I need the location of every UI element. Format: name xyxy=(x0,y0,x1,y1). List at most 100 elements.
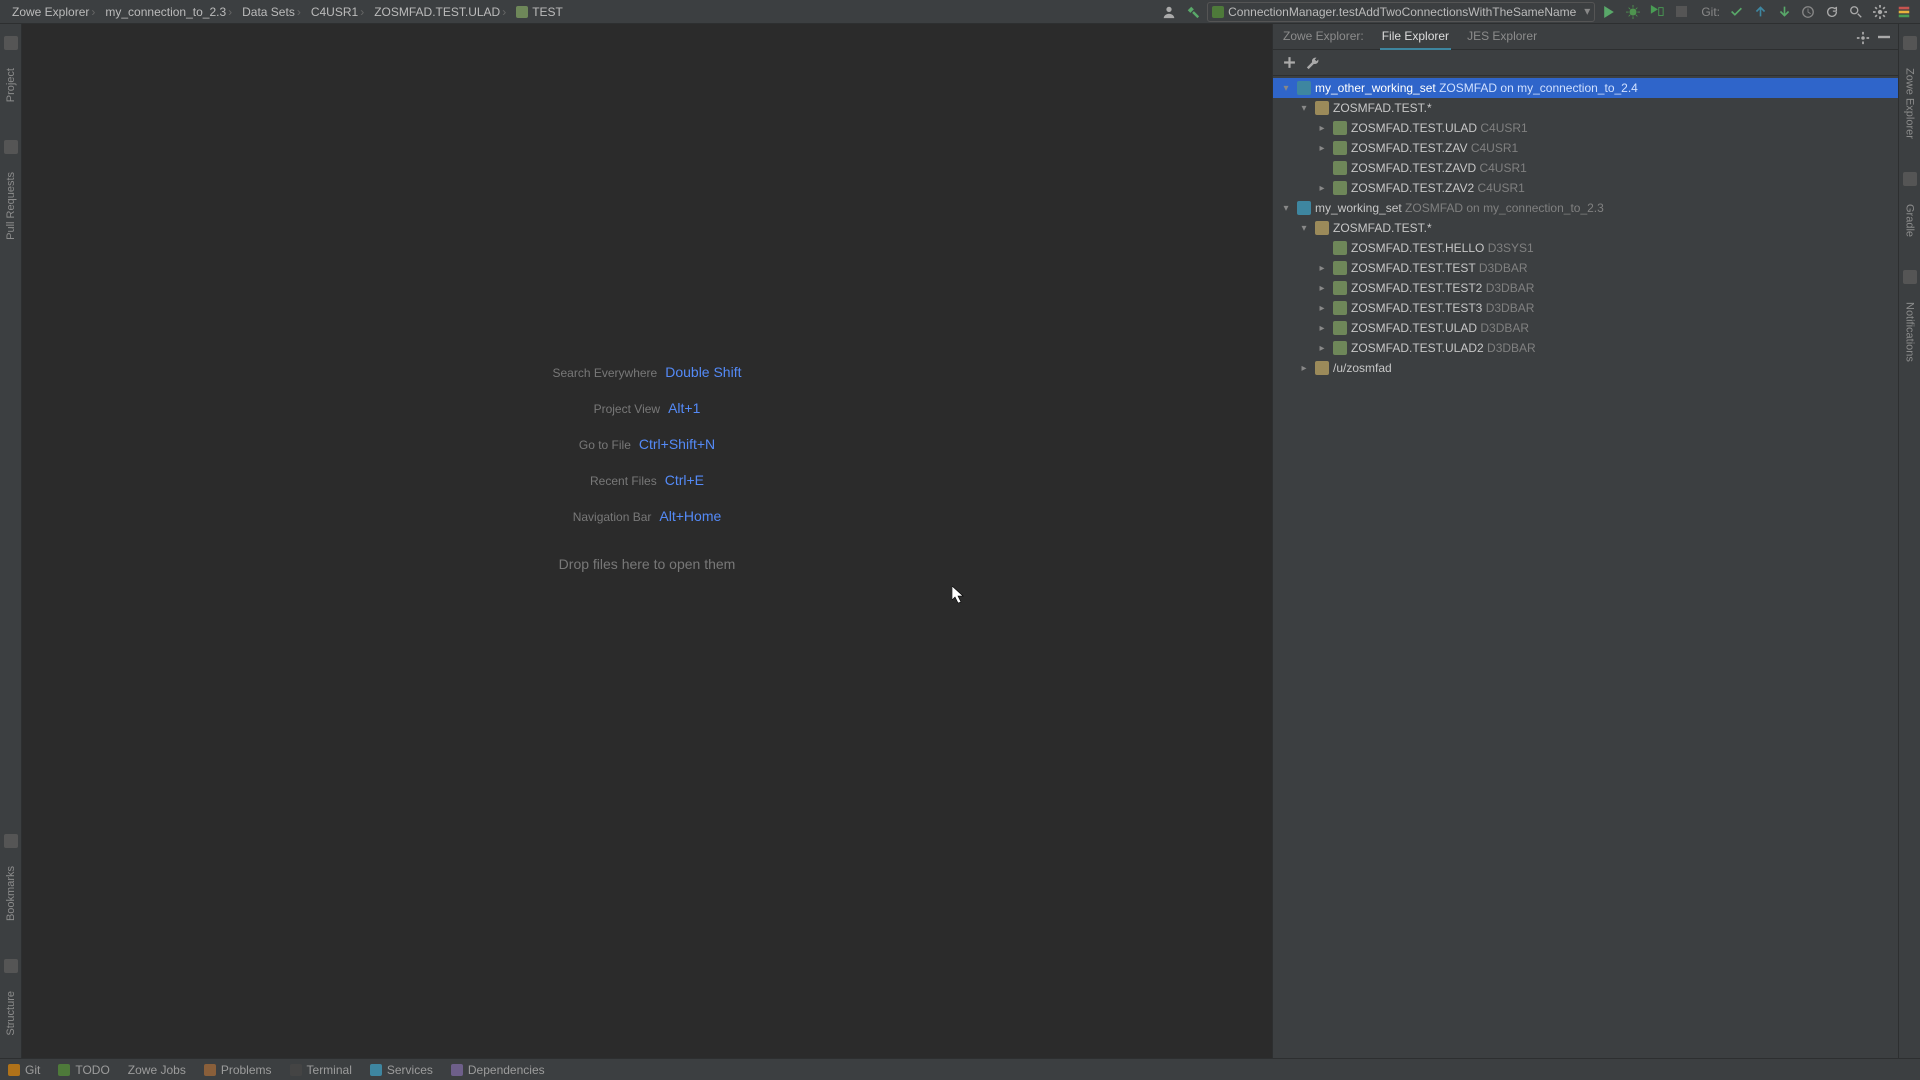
tree-dataset[interactable]: ZOSMFAD.TEST.ZAV C4USR1 xyxy=(1273,138,1898,158)
git-commit-icon[interactable] xyxy=(1726,2,1746,22)
stop-icon[interactable] xyxy=(1671,2,1691,22)
breadcrumb-dataset[interactable]: ZOSMFAD.TEST.ULAD xyxy=(370,5,512,19)
tree-dataset[interactable]: ZOSMFAD.TEST.TEST2 D3DBAR xyxy=(1273,278,1898,298)
tool-settings-icon[interactable] xyxy=(1856,31,1870,45)
gradle-tool-button[interactable]: Gradle xyxy=(1904,198,1916,243)
chevron-right-icon[interactable] xyxy=(1315,343,1329,354)
run-config-label: ConnectionManager.testAddTwoConnectionsW… xyxy=(1228,5,1576,19)
wrench-icon[interactable] xyxy=(1306,56,1320,70)
tree-dataset[interactable]: ZOSMFAD.TEST.ZAV2 C4USR1 xyxy=(1273,178,1898,198)
bottom-zowe-jobs-label: Zowe Jobs xyxy=(128,1063,186,1077)
left-tool-stripe: Project Pull Requests Bookmarks Structur… xyxy=(0,24,22,1058)
breadcrumb-volume[interactable]: C4USR1 xyxy=(307,5,370,19)
bottom-problems-button[interactable]: Problems xyxy=(204,1063,272,1077)
tree-label-suffix: ZOSMFAD on my_connection_to_2.4 xyxy=(1439,81,1638,95)
tab-jes-explorer[interactable]: JES Explorer xyxy=(1465,25,1539,49)
tree-working-set[interactable]: my_working_set ZOSMFAD on my_connection_… xyxy=(1273,198,1898,218)
bottom-todo-button[interactable]: TODO xyxy=(58,1063,109,1077)
chevron-right-icon[interactable] xyxy=(1315,303,1329,314)
tree-dataset[interactable]: ZOSMFAD.TEST.ULAD C4USR1 xyxy=(1273,118,1898,138)
structure-tool-button[interactable]: Structure xyxy=(5,985,17,1042)
tab-file-explorer[interactable]: File Explorer xyxy=(1380,25,1451,49)
chevron-right-icon[interactable] xyxy=(1297,363,1311,374)
pull-requests-icon[interactable] xyxy=(4,140,18,154)
tree-label-suffix: D3DBAR xyxy=(1480,321,1529,335)
tab-zowe-explorer[interactable]: Zowe Explorer: xyxy=(1281,25,1366,49)
project-tool-button[interactable]: Project xyxy=(5,62,17,108)
notifications-icon[interactable] xyxy=(1903,270,1917,284)
tree-dataset[interactable]: ZOSMFAD.TEST.HELLO D3SYS1 xyxy=(1273,238,1898,258)
bookmarks-icon[interactable] xyxy=(4,834,18,848)
chevron-down-icon[interactable] xyxy=(1297,103,1311,114)
bottom-services-button[interactable]: Services xyxy=(370,1063,433,1077)
add-icon[interactable] xyxy=(1283,56,1296,69)
file-tree[interactable]: my_other_working_set ZOSMFAD on my_conne… xyxy=(1273,76,1898,1058)
notifications-tool-button[interactable]: Notifications xyxy=(1904,296,1916,368)
search-icon[interactable] xyxy=(1846,2,1866,22)
tree-mask[interactable]: ZOSMFAD.TEST.* xyxy=(1273,98,1898,118)
code-with-me-icon[interactable] xyxy=(1159,2,1179,22)
zowe-explorer-tool-button[interactable]: Zowe Explorer xyxy=(1904,62,1916,145)
plugin-icon[interactable] xyxy=(1894,2,1914,22)
reload-icon[interactable] xyxy=(1822,2,1842,22)
git-push-icon[interactable] xyxy=(1774,2,1794,22)
tree-dataset[interactable]: ZOSMFAD.TEST.ULAD2 D3DBAR xyxy=(1273,338,1898,358)
hint-go-to-file: Go to File xyxy=(579,438,631,452)
tree-dataset[interactable]: ZOSMFAD.TEST.TEST D3DBAR xyxy=(1273,258,1898,278)
settings-icon[interactable] xyxy=(1870,2,1890,22)
coverage-icon[interactable] xyxy=(1647,2,1667,22)
bottom-git-button[interactable]: Git xyxy=(8,1063,40,1077)
terminal-icon xyxy=(290,1064,302,1076)
build-icon[interactable] xyxy=(1183,2,1203,22)
hint-recent-files-key: Ctrl+E xyxy=(665,472,704,488)
run-config-select[interactable]: ConnectionManager.testAddTwoConnectionsW… xyxy=(1207,2,1595,22)
tool-hide-icon[interactable] xyxy=(1878,31,1890,45)
chevron-right-icon[interactable] xyxy=(1315,183,1329,194)
run-icon[interactable] xyxy=(1599,2,1619,22)
bottom-dependencies-button[interactable]: Dependencies xyxy=(451,1063,545,1077)
working-set-icon xyxy=(1297,201,1311,215)
tree-dataset[interactable]: ZOSMFAD.TEST.TEST3 D3DBAR xyxy=(1273,298,1898,318)
tree-label-suffix: ZOSMFAD on my_connection_to_2.3 xyxy=(1405,201,1604,215)
chevron-down-icon[interactable] xyxy=(1279,203,1293,214)
zowe-explorer-icon[interactable] xyxy=(1903,36,1917,50)
chevron-down-icon[interactable] xyxy=(1297,223,1311,234)
breadcrumb-connection[interactable]: my_connection_to_2.3 xyxy=(101,5,238,19)
tree-working-set[interactable]: my_other_working_set ZOSMFAD on my_conne… xyxy=(1273,78,1898,98)
tree-dataset[interactable]: ZOSMFAD.TEST.ULAD D3DBAR xyxy=(1273,318,1898,338)
chevron-right-icon[interactable] xyxy=(1315,263,1329,274)
dataset-icon xyxy=(1333,181,1347,195)
tree-uss-path[interactable]: /u/zosmfad xyxy=(1273,358,1898,378)
editor-empty-state: Search EverywhereDouble Shift Project Vi… xyxy=(22,364,1272,572)
breadcrumb-datasets[interactable]: Data Sets xyxy=(238,5,307,19)
right-tool-stripe: Zowe Explorer Gradle Notifications xyxy=(1898,24,1920,1058)
project-icon[interactable] xyxy=(4,36,18,50)
debug-icon[interactable] xyxy=(1623,2,1643,22)
tree-dataset[interactable]: ZOSMFAD.TEST.ZAVD C4USR1 xyxy=(1273,158,1898,178)
dataset-icon xyxy=(1333,141,1347,155)
dataset-icon xyxy=(1333,321,1347,335)
git-update-icon[interactable] xyxy=(1750,2,1770,22)
bookmarks-tool-button[interactable]: Bookmarks xyxy=(5,860,17,927)
breadcrumb-member[interactable]: TEST xyxy=(512,5,567,19)
chevron-right-icon[interactable] xyxy=(1315,143,1329,154)
tree-label: /u/zosmfad xyxy=(1333,361,1392,375)
breadcrumb-member-label: TEST xyxy=(532,5,563,19)
tree-label: ZOSMFAD.TEST.* xyxy=(1333,221,1432,235)
file-explorer-tool-window: Zowe Explorer: File Explorer JES Explore… xyxy=(1272,24,1898,1058)
chevron-right-icon[interactable] xyxy=(1315,283,1329,294)
chevron-right-icon[interactable] xyxy=(1315,323,1329,334)
chevron-down-icon[interactable] xyxy=(1279,83,1293,94)
gradle-icon[interactable] xyxy=(1903,172,1917,186)
folder-icon xyxy=(1315,221,1329,235)
pull-requests-tool-button[interactable]: Pull Requests xyxy=(5,166,17,246)
tree-mask[interactable]: ZOSMFAD.TEST.* xyxy=(1273,218,1898,238)
bottom-zowe-jobs-button[interactable]: Zowe Jobs xyxy=(128,1063,186,1077)
hint-search-everywhere-key: Double Shift xyxy=(665,364,741,380)
breadcrumb-root[interactable]: Zowe Explorer xyxy=(8,5,101,19)
status-bar: Git TODO Zowe Jobs Problems Terminal Ser… xyxy=(0,1058,1920,1080)
structure-icon[interactable] xyxy=(4,959,18,973)
bottom-terminal-button[interactable]: Terminal xyxy=(290,1063,352,1077)
chevron-right-icon[interactable] xyxy=(1315,123,1329,134)
git-history-icon[interactable] xyxy=(1798,2,1818,22)
